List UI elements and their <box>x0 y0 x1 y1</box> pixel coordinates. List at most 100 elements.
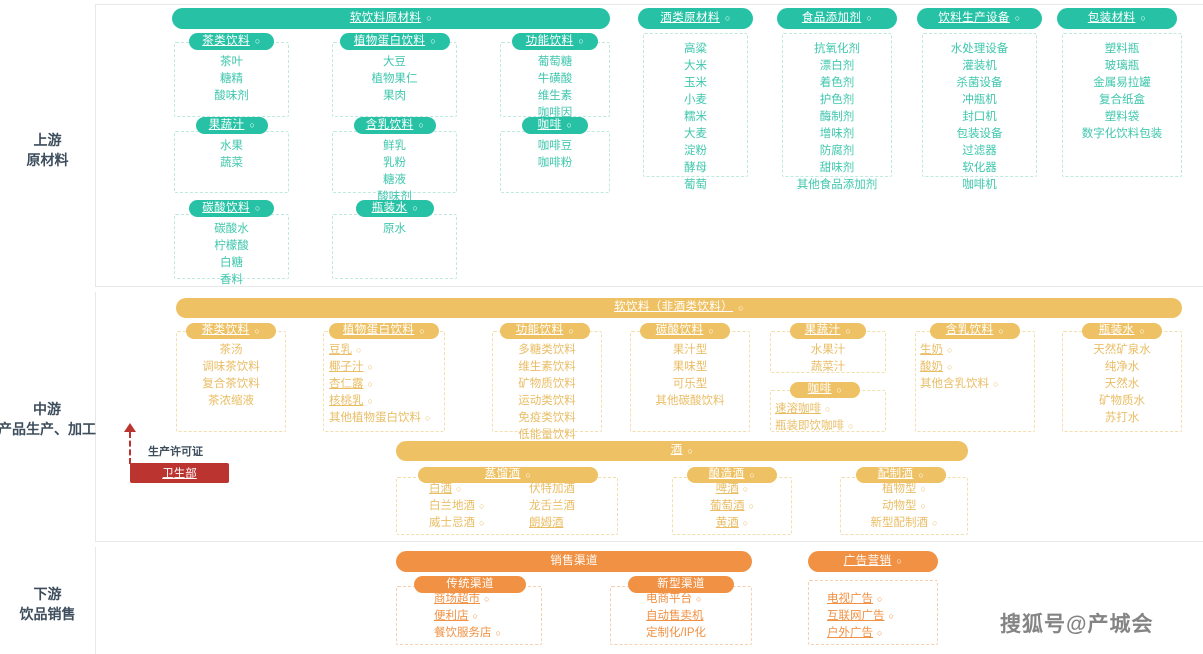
list-item[interactable]: 葡萄酒 ○ <box>672 498 792 515</box>
link-dot-icon: ○ <box>495 628 501 638</box>
list-item: 植物型 ○ <box>882 483 926 495</box>
watermark: 搜狐号@产城会 <box>1000 613 1154 636</box>
group-title-carbonated-raw[interactable]: 碳酸饮料 ○ <box>189 200 274 217</box>
group-title-dairy-raw[interactable]: 含乳饮料 ○ <box>354 117 436 134</box>
group-items-beverage-equipment: 水处理设备 灌装机 杀菌设备 冲瓶机 封口机 包装设备 过滤器 软化器 咖啡机 <box>922 41 1037 194</box>
banner-soft-drinks[interactable]: 软饮料（非酒类饮料） ○ <box>176 298 1182 318</box>
list-item[interactable]: 自动售卖机 <box>646 608 788 625</box>
list-item: 维生素 <box>537 90 573 102</box>
tier-label-upstream-line1: 上游 <box>33 132 62 148</box>
link-dot-icon: ○ <box>748 501 754 511</box>
regulator-box[interactable]: 卫生部 <box>130 463 229 483</box>
list-item: 酸味剂 <box>214 90 249 102</box>
list-item: 复合纸盒 <box>1099 94 1145 106</box>
list-item: 天然水 <box>1104 378 1140 390</box>
group-title-dairy-products[interactable]: 含乳饮料 ○ <box>930 323 1020 339</box>
list-item[interactable]: 速溶咖啡 ○ <box>775 401 891 418</box>
divider-upstream-top <box>95 4 1203 5</box>
list-item: 碳酸水 <box>214 223 249 235</box>
link-dot-icon: ○ <box>472 611 478 621</box>
link-dot-icon: ○ <box>456 484 462 494</box>
link-dot-icon: ○ <box>249 120 256 130</box>
group-items-carbonated-products: 果汁型 果味型 可乐型 其他碳酸饮料 <box>630 342 750 410</box>
list-item: 鲜乳 <box>383 140 406 152</box>
group-title-functional-raw-label: 功能饮料 <box>525 34 574 47</box>
group-title-alcohol-raw[interactable]: 酒类原材料 ○ <box>638 8 753 29</box>
list-item: 水果汁 <box>810 344 846 356</box>
group-title-bottled-water-products[interactable]: 瓶装水 ○ <box>1082 323 1162 339</box>
group-title-carbonated-raw-label: 碳酸饮料 <box>202 201 250 214</box>
group-title-coffee-raw[interactable]: 咖啡 ○ <box>522 117 588 134</box>
group-title-coffee-products[interactable]: 咖啡 ○ <box>790 382 860 398</box>
group-items-coffee-raw: 咖啡豆 咖啡粉 <box>500 138 610 172</box>
list-item[interactable]: 便利店 ○ <box>434 608 580 625</box>
group-title-functional-raw[interactable]: 功能饮料 ○ <box>512 33 598 50</box>
group-title-bottled-water-raw[interactable]: 瓶装水 ○ <box>356 200 434 217</box>
list-item: 水果 <box>220 140 243 152</box>
banner-advertising-marketing[interactable]: 广告营销 ○ <box>808 551 938 572</box>
group-title-plant-protein-products[interactable]: 植物蛋白饮料 ○ <box>329 323 439 339</box>
list-item[interactable]: 杏仁露 ○ <box>329 376 451 393</box>
group-items-tea-raw: 茶叶 糖精 酸味剂 <box>174 54 289 105</box>
list-item: 酵母 <box>684 162 707 174</box>
banner-sales-channels[interactable]: 销售渠道 <box>396 551 752 572</box>
group-title-juice-products[interactable]: 果蔬汁 ○ <box>790 323 866 339</box>
list-item: 其他食品添加剂 <box>796 179 878 191</box>
list-item: 水处理设备 <box>950 43 1009 55</box>
banner-soft-drink-raw-materials[interactable]: 软饮料原材料 ○ <box>172 8 610 29</box>
list-item: 塑料袋 <box>1104 111 1140 123</box>
group-title-beverage-equipment[interactable]: 饮料生产设备 ○ <box>917 8 1042 29</box>
group-title-plant-protein-raw[interactable]: 植物蛋白饮料 ○ <box>340 33 450 50</box>
group-title-juice-raw[interactable]: 果蔬汁 ○ <box>196 117 268 134</box>
industry-chain-diagram: 上游 原材料 中游 产品生产、加工 下游 饮品销售 软饮料原材料 ○ 茶类饮料 … <box>0 0 1203 654</box>
list-item[interactable]: 互联网广告 ○ <box>827 608 957 625</box>
group-title-tea-products[interactable]: 茶类饮料 ○ <box>186 323 276 339</box>
list-item: 矿物质饮料 <box>518 378 576 390</box>
list-item[interactable]: 豆乳 ○ <box>329 342 451 359</box>
group-items-distilled-spirits-col1: 白酒 ○ 白兰地酒 ○ 威士忌酒 ○ <box>429 481 539 532</box>
list-item[interactable]: 生奶 ○ <box>920 342 1040 359</box>
link-dot-icon: ○ <box>525 469 532 480</box>
group-items-carbonated-raw: 碳酸水 柠檬酸 白糖 香料 <box>174 221 289 289</box>
group-items-alcohol-raw: 高粱 大米 玉米 小麦 糯米 大麦 淀粉 酵母 葡萄 <box>643 41 748 194</box>
link-dot-icon: ○ <box>419 325 426 336</box>
group-title-functional-products[interactable]: 功能饮料 ○ <box>500 323 590 339</box>
list-item: 白兰地酒 ○ <box>429 500 485 512</box>
link-dot-icon: ○ <box>356 345 362 355</box>
list-item[interactable]: 黄酒 ○ <box>672 515 792 532</box>
list-item[interactable]: 啤酒 ○ <box>672 481 792 498</box>
list-item: 咖啡豆 <box>537 140 573 152</box>
list-item[interactable]: 朗姆酒 <box>529 515 619 532</box>
list-item[interactable]: 电视广告 ○ <box>827 591 957 608</box>
link-dot-icon: ○ <box>896 556 903 566</box>
list-item[interactable]: 核桃乳 ○ <box>329 393 451 410</box>
group-title-carbonated-products[interactable]: 碳酸饮料 ○ <box>640 323 730 339</box>
list-item[interactable]: 户外广告 ○ <box>827 625 957 642</box>
banner-alcohol[interactable]: 酒 ○ <box>396 441 968 461</box>
list-item: 新型配制酒 ○ <box>870 517 938 529</box>
list-item: 护色剂 <box>819 94 855 106</box>
link-dot-icon: ○ <box>947 345 953 355</box>
list-item: 咖啡机 <box>962 179 997 191</box>
list-item[interactable]: 椰子汁 ○ <box>329 359 451 376</box>
tier-label-upstream: 上游 原材料 <box>0 130 95 170</box>
link-dot-icon: ○ <box>998 325 1005 336</box>
list-item[interactable]: 酸奶 ○ <box>920 359 1040 376</box>
group-title-food-additives[interactable]: 食品添加剂 ○ <box>777 8 897 29</box>
group-title-tea-products-label: 茶类饮料 <box>201 324 250 337</box>
tier-label-midstream-line1: 中游 <box>33 401 61 417</box>
list-item: 果肉 <box>383 90 406 102</box>
list-item[interactable]: 商场超市 ○ <box>434 591 580 608</box>
group-title-tea-raw[interactable]: 茶类饮料 ○ <box>189 33 274 50</box>
list-item: 纯净水 <box>1104 361 1140 373</box>
group-title-packaging-materials[interactable]: 包装材料 ○ <box>1057 8 1177 29</box>
group-title-functional-products-label: 功能饮料 <box>515 324 564 337</box>
list-item: 其他植物蛋白饮料 ○ <box>329 412 431 424</box>
list-item[interactable]: 白酒 ○ <box>429 481 539 498</box>
group-items-new-channel: 电商平台 ○ 自动售卖机 定制化/IP化 <box>646 591 788 642</box>
group-items-bottled-water-products: 天然矿泉水 纯净水 天然水 矿物质水 苏打水 <box>1062 342 1182 427</box>
list-item: 伏特加酒 <box>529 483 575 495</box>
group-items-bottled-water-raw: 原水 <box>332 221 457 238</box>
link-dot-icon: ○ <box>877 628 883 638</box>
link-dot-icon: ○ <box>848 421 854 431</box>
